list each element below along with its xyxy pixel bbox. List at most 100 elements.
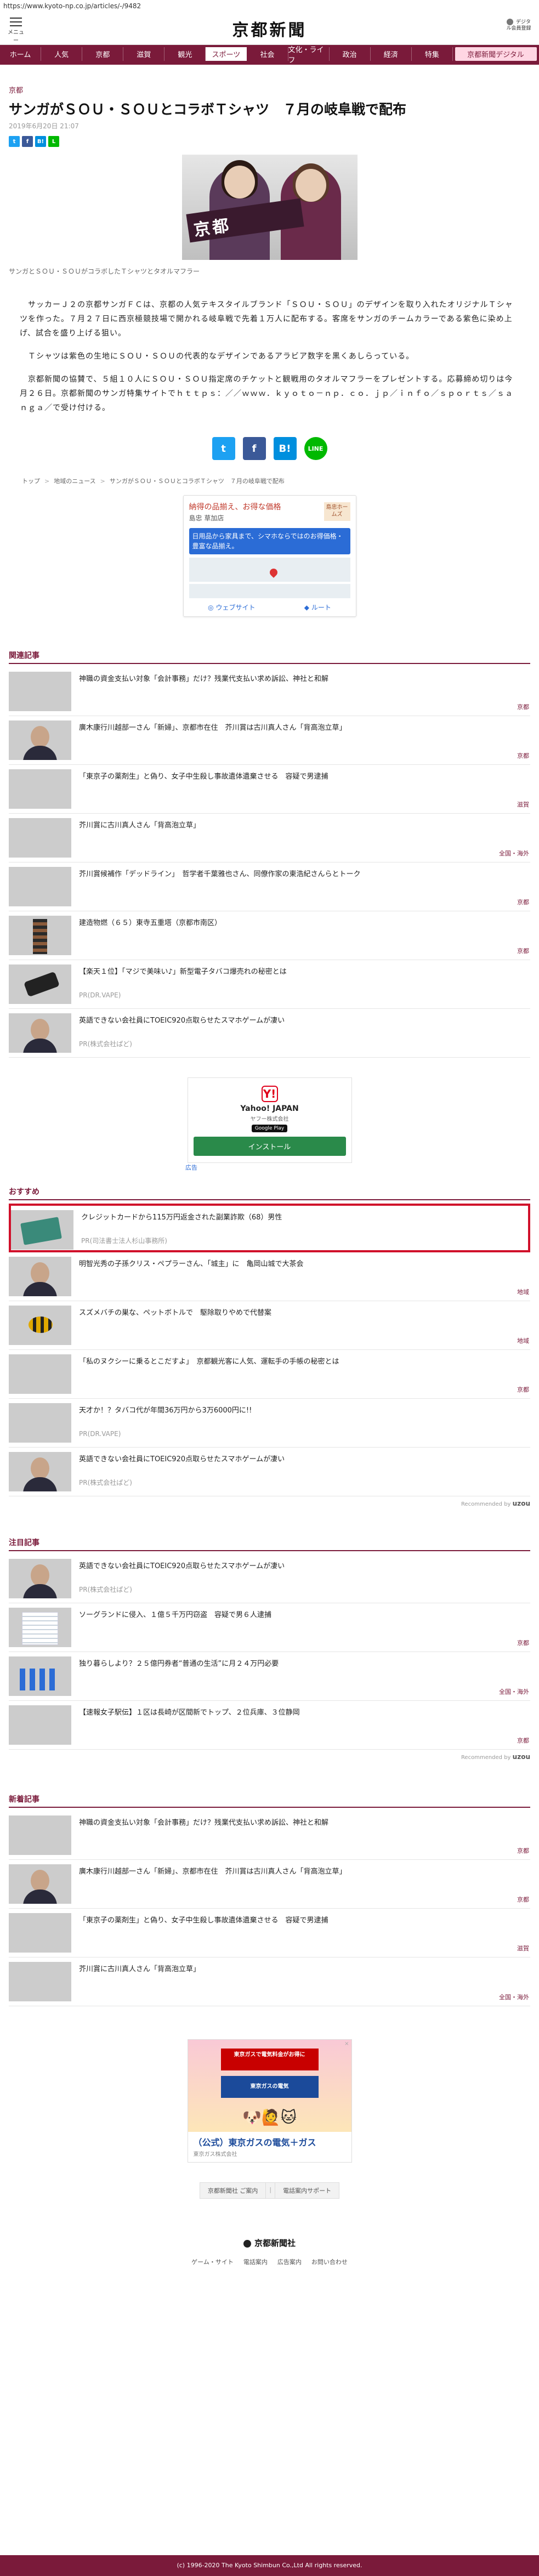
category-tag[interactable]: 全国・海外 — [499, 1687, 529, 1696]
nav-item[interactable]: 政治 — [330, 47, 371, 61]
list-item-title[interactable]: 「私のヌクシーに乗るとこだすよ」 京都観光客に人気、運転手の手帳の秘密とは — [79, 1354, 530, 1368]
footer-logo[interactable]: 京都新聞社 — [9, 2237, 530, 2249]
list-item-thumbnail[interactable] — [9, 867, 71, 906]
breadcrumb-item[interactable]: トップ — [22, 478, 40, 485]
category-tag[interactable]: 京都 — [517, 702, 529, 711]
nav-item[interactable]: 特集 — [412, 47, 453, 61]
recommend-credit[interactable]: Recommended by uzou — [9, 1500, 530, 1507]
list-item[interactable]: 英語できない会社員にTOEIC920点取らせたスマホゲームが凄い PR(株式会社ぱ… — [9, 1448, 530, 1496]
list-item-title[interactable]: 廣木康行川越部一さん「新婦」、京都市在住 芥川賞は古川真人さん「背高泡立草」 — [79, 720, 530, 734]
list-item-thumbnail[interactable] — [9, 964, 71, 1004]
list-item-title[interactable]: 芥川賞候補作「デッドライン」 哲学者千葉雅也さん、同僚作家の東浩紀さんらとトーク — [79, 867, 530, 880]
attention-credit[interactable]: Recommended by uzou — [9, 1753, 530, 1761]
footer-link-info[interactable]: 京都新聞社 ご案内 — [199, 2182, 266, 2199]
list-item-title[interactable]: 廣木康行川越部一さん「新婦」、京都市在住 芥川賞は古川真人さん「背高泡立草」 — [79, 1864, 530, 1877]
list-item[interactable]: 芥川賞に古川真人さん「背高泡立草」 全国・海外 — [9, 1957, 530, 2006]
list-item-thumbnail[interactable] — [9, 1608, 71, 1647]
list-item-thumbnail[interactable] — [9, 1815, 71, 1855]
list-item-thumbnail[interactable] — [9, 1452, 71, 1491]
facebook-share-button[interactable]: f — [242, 437, 266, 460]
list-item[interactable]: 「東京子の薬剤生」と偽り、女子中生殺し事故遺体遺棄させる 容疑で男逮捕滋賀 — [9, 1909, 530, 1957]
list-item-title[interactable]: 英語できない会社員にTOEIC920点取らせたスマホゲームが凄い PR(株式会社ぱ… — [79, 1452, 530, 1488]
list-item-title[interactable]: 「東京子の薬剤生」と偽り、女子中生殺し事故遺体遺棄させる 容疑で男逮捕 — [79, 1913, 530, 1926]
list-item-thumbnail[interactable] — [9, 1864, 71, 1904]
category-tag[interactable]: 全国・海外 — [499, 849, 529, 858]
list-item[interactable]: 天才か！？タバコ代が年間36万円から3万6000円に!! PR(DR.VAPE) — [9, 1399, 530, 1448]
nav-item[interactable]: スポーツ — [206, 47, 247, 61]
list-item-title[interactable]: 神職の資金支払い対象「会計事務」だけ？残業代支払い求め訴訟、神社と和解 — [79, 1815, 530, 1829]
list-item-title[interactable]: 芥川賞に古川真人さん「背高泡立草」 — [79, 818, 530, 831]
list-item-title[interactable]: 神職の資金支払い対象「会計事務」だけ？残業代支払い求め訴訟、神社と和解 — [79, 672, 530, 685]
list-item-thumbnail[interactable] — [9, 818, 71, 858]
nav-item[interactable]: 文化・ライフ — [288, 46, 330, 65]
list-item-thumbnail[interactable] — [9, 720, 71, 760]
list-item-title[interactable]: 天才か！？タバコ代が年間36万円から3万6000円に!! PR(DR.VAPE) — [79, 1403, 530, 1439]
hatena-share-button[interactable]: B! — [273, 437, 297, 460]
category-tag[interactable]: 京都 — [517, 1895, 529, 1904]
tokyo-gas-ad[interactable]: 東京ガスで電気料金がお得に 東京ガスの電気 🐶🙋🐱 （公式）東京ガスの電気＋ガス… — [187, 2039, 352, 2163]
site-logo[interactable]: 京都新聞 — [0, 16, 539, 41]
list-item[interactable]: 廣木康行川越部一さん「新婦」、京都市在住 芥川賞は古川真人さん「背高泡立草」 京都 — [9, 716, 530, 765]
close-icon[interactable]: × — [344, 2041, 349, 2047]
category-tag[interactable]: 地域 — [517, 1287, 529, 1296]
category-tag[interactable]: 京都 — [517, 1385, 529, 1394]
gas-ad-image[interactable]: 東京ガスで電気料金がお得に 東京ガスの電気 🐶🙋🐱 — [188, 2040, 351, 2132]
list-item-title[interactable]: 建造物燃（６５）東寺五重塔（京都市南区） — [79, 916, 530, 929]
twitter-share-button[interactable]: t — [9, 136, 20, 147]
footer-nav-link[interactable]: 広告案内 — [277, 2257, 302, 2266]
article-section-label[interactable]: 京都 — [9, 84, 530, 95]
facebook-share-button[interactable]: f — [22, 136, 33, 147]
list-item-title[interactable]: クレジットカードから115万円返金された副業詐欺（68）男性 PR(司法書士法人杉… — [81, 1210, 528, 1246]
install-button[interactable]: インストール — [193, 1137, 346, 1156]
list-item[interactable]: 芥川賞候補作「デッドライン」 哲学者千葉雅也さん、同僚作家の東浩紀さんらとトーク… — [9, 863, 530, 911]
list-item[interactable]: 「私のヌクシーに乗るとこだすよ」 京都観光客に人気、運転手の手帳の秘密とは京都 — [9, 1350, 530, 1399]
list-item-title[interactable]: ソーグランドに侵入、１億５千万円窃盗 容疑で男６人逮捕 — [79, 1608, 530, 1621]
category-tag[interactable]: 滋賀 — [517, 800, 529, 809]
route-link[interactable]: ◆ ルート — [304, 603, 331, 612]
footer-link-support[interactable]: 電話案内サポート — [275, 2182, 340, 2199]
line-share-button[interactable]: LINE — [304, 437, 327, 460]
nav-item[interactable]: 滋賀 — [123, 47, 165, 61]
list-item-thumbnail[interactable] — [9, 916, 71, 955]
category-tag[interactable]: 滋賀 — [517, 1944, 529, 1953]
footer-nav-link[interactable]: お問い合わせ — [311, 2257, 348, 2266]
list-item-thumbnail[interactable] — [9, 1257, 71, 1296]
map-ad[interactable]: 納得の品揃え、お得な価格 島忠 草加店 島忠ホームズ 日用品から家具まで、シマホ… — [183, 495, 356, 617]
list-item[interactable]: 神職の資金支払い対象「会計事務」だけ？残業代支払い求め訴訟、神社と和解 京都 — [9, 1811, 530, 1860]
list-item-thumbnail[interactable] — [9, 769, 71, 809]
nav-item[interactable]: 京都新聞デジタル — [455, 47, 537, 61]
nav-item[interactable]: 京都 — [82, 47, 124, 61]
twitter-share-button[interactable]: t — [212, 437, 235, 460]
list-item[interactable]: 「東京子の薬剤生」と偽り、女子中生殺し事故遺体遺棄させる 容疑で男逮捕滋賀 — [9, 765, 530, 814]
footer-nav-link[interactable]: ゲーム・サイト — [191, 2257, 234, 2266]
list-item-title[interactable]: 【楽天１位】「マジで美味い♪」新型電子タバコ爆売れの秘密とは PR(DR.VAPE… — [79, 964, 530, 1001]
list-item-thumbnail[interactable] — [9, 1403, 71, 1443]
list-item-title[interactable]: 「東京子の薬剤生」と偽り、女子中生殺し事故遺体遺棄させる 容疑で男逮捕 — [79, 769, 530, 782]
list-item-title[interactable]: 英語できない会社員にTOEIC920点取らせたスマホゲームが凄い PR(株式会社ぱ… — [79, 1559, 530, 1595]
list-item-thumbnail[interactable] — [9, 1559, 71, 1598]
list-item[interactable]: 【速報女子駅伝】１区は長崎が区間新でトップ、２位兵庫、３位静岡 京都 — [9, 1701, 530, 1750]
list-item[interactable]: 明智光秀の子孫クリス・ペプラーさん、「城主」に 亀岡山城で大茶会地域 — [9, 1252, 530, 1301]
list-item-thumbnail[interactable] — [9, 1013, 71, 1053]
category-tag[interactable]: 地域 — [517, 1336, 529, 1345]
list-item[interactable]: ソーグランドに侵入、１億５千万円窃盗 容疑で男６人逮捕 京都 — [9, 1603, 530, 1652]
nav-item[interactable]: ホーム — [0, 47, 42, 61]
footer-nav-link[interactable]: 電話案内 — [243, 2257, 268, 2266]
google-play-badge[interactable]: Google Play — [251, 1125, 288, 1132]
nav-item[interactable]: 観光 — [164, 47, 206, 61]
list-item-thumbnail[interactable] — [9, 1656, 71, 1696]
list-item[interactable]: 神職の資金支払い対象「会計事務」だけ？残業代支払い求め訴訟、神社と和解京都 — [9, 667, 530, 716]
category-tag[interactable]: 京都 — [517, 898, 529, 906]
line-share-button[interactable]: L — [48, 136, 59, 147]
url-bar[interactable]: https://www.kyoto-np.co.jp/articles/-/94… — [0, 0, 539, 12]
list-item-thumbnail[interactable] — [9, 1913, 71, 1953]
list-item[interactable]: 【楽天１位】「マジで美味い♪」新型電子タバコ爆売れの秘密とは PR(DR.VAPE… — [9, 960, 530, 1009]
list-item-title[interactable]: 明智光秀の子孫クリス・ペプラーさん、「城主」に 亀岡山城で大茶会 — [79, 1257, 530, 1270]
category-tag[interactable]: 京都 — [517, 946, 529, 955]
list-item-title[interactable]: 芥川賞に古川真人さん「背高泡立草」 — [79, 1962, 530, 1975]
list-item-thumbnail[interactable] — [11, 1210, 73, 1250]
yahoo-app-ad[interactable]: Y! Yahoo! JAPAN ヤフー株式会社 Google Play インスト… — [187, 1077, 352, 1163]
list-item[interactable]: 芥川賞に古川真人さん「背高泡立草」全国・海外 — [9, 814, 530, 863]
list-item-thumbnail[interactable] — [9, 672, 71, 711]
list-item[interactable]: 英語できない会社員にTOEIC920点取らせたスマホゲームが凄い PR(株式会社ぱ… — [9, 1554, 530, 1603]
